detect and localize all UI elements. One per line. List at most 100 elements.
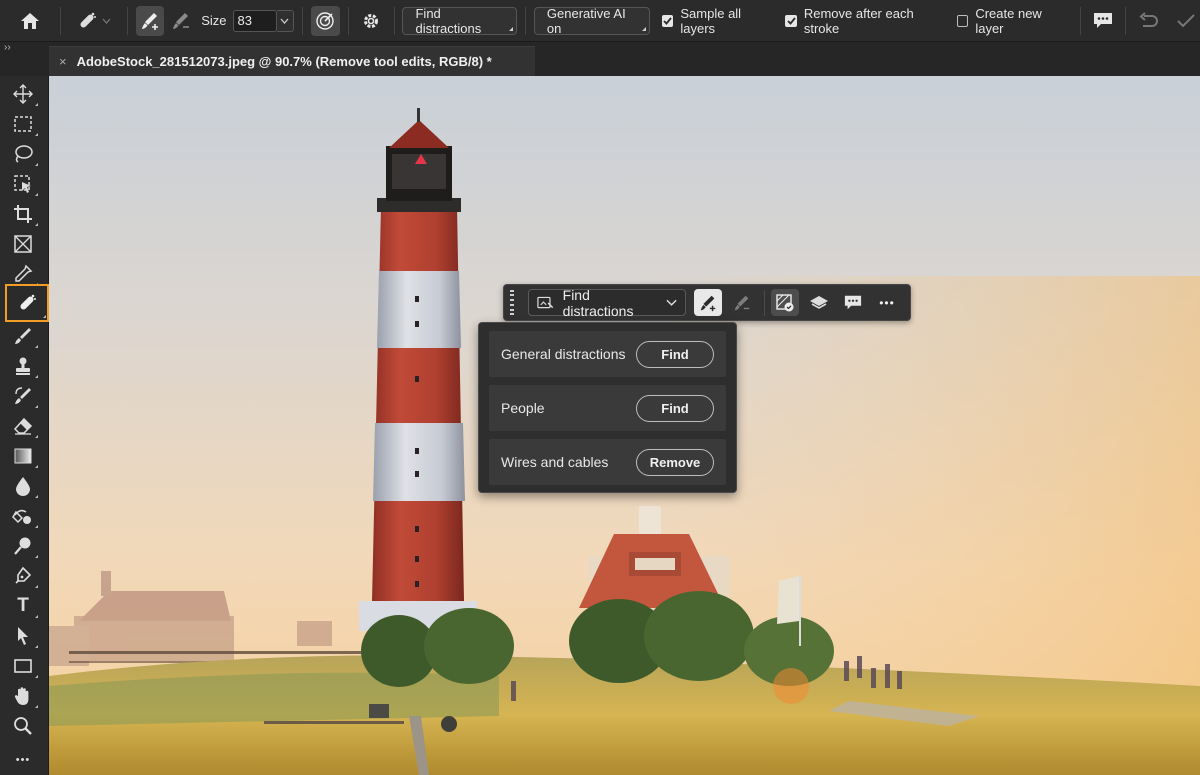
sample-all-layers-checkbox[interactable]: Sample all layers	[661, 6, 775, 36]
dodge-tool[interactable]	[7, 502, 39, 530]
more-options-button[interactable]: •••	[873, 289, 901, 316]
crop-icon	[14, 205, 32, 223]
lasso-tool[interactable]	[7, 140, 39, 168]
distraction-label: Wires and cables	[501, 454, 609, 470]
brush-plus-icon	[700, 295, 716, 311]
brush-icon	[15, 328, 31, 344]
drag-handle[interactable]	[510, 289, 518, 316]
add-to-mask-brush-button[interactable]	[135, 5, 165, 36]
blur-drop-icon	[16, 477, 30, 496]
checkbox-unchecked-icon	[956, 14, 969, 27]
settings-button[interactable]	[357, 6, 386, 36]
show-overlay-button[interactable]	[771, 289, 799, 316]
type-tool[interactable]: T	[7, 592, 39, 620]
pen-icon	[15, 566, 32, 584]
feedback-button[interactable]	[1089, 6, 1118, 36]
find-distractions-panel: General distractions Find People Find Wi…	[478, 322, 737, 493]
remove-after-stroke-checkbox[interactable]: Remove after each stroke	[785, 6, 946, 36]
remove-wires-button[interactable]: Remove	[636, 448, 714, 476]
gradient-tool[interactable]	[7, 442, 39, 470]
generative-ai-dropdown[interactable]: Generative AI on	[533, 6, 651, 36]
frame-tool[interactable]	[7, 230, 39, 258]
find-general-distractions-button[interactable]: Find	[636, 340, 714, 368]
size-input[interactable]	[232, 9, 277, 32]
remove-tool-icon	[20, 294, 36, 310]
home-icon	[20, 12, 39, 29]
marquee-tool[interactable]	[7, 110, 39, 138]
document-tab[interactable]: × AdobeStock_281512073.jpeg @ 90.7% (Rem…	[49, 46, 535, 76]
distraction-row-wires: Wires and cables Remove	[489, 439, 726, 485]
pressure-size-button[interactable]	[310, 5, 340, 36]
add-brush-button[interactable]	[694, 289, 722, 316]
subtract-brush-button[interactable]	[166, 6, 195, 36]
tools-panel: T •••	[0, 76, 49, 775]
size-label: Size	[201, 13, 227, 28]
rectangle-tool[interactable]	[7, 652, 39, 680]
move-tool[interactable]	[7, 80, 39, 108]
zoom-tool[interactable]	[7, 712, 39, 740]
find-people-button[interactable]: Find	[636, 394, 714, 422]
remove-tool-icon	[80, 12, 97, 28]
chevron-down-icon	[666, 299, 677, 306]
photoshop-window: Size Find distractions Generative AI on …	[0, 0, 1200, 775]
create-new-layer-checkbox[interactable]: Create new layer	[956, 5, 1070, 36]
more-icon: •••	[879, 295, 895, 310]
zoom-icon	[14, 717, 32, 735]
undo-button[interactable]	[1134, 6, 1163, 36]
overlay-check-icon	[776, 293, 794, 311]
pressure-icon	[316, 11, 334, 30]
layers-options-button[interactable]	[805, 289, 833, 316]
remove-tool[interactable]	[5, 284, 49, 322]
dodge-icon	[14, 537, 31, 555]
hand-icon	[14, 687, 29, 705]
move-icon	[13, 84, 33, 104]
brush-tool[interactable]	[7, 322, 39, 350]
more-tools-button[interactable]: •••	[7, 746, 39, 774]
close-tab-icon[interactable]: ×	[59, 54, 67, 69]
find-distractions-dropdown[interactable]: Find distractions	[402, 5, 517, 36]
eraser-icon	[13, 417, 33, 435]
object-select-tool[interactable]	[7, 170, 39, 198]
commit-button[interactable]	[1171, 6, 1200, 36]
chevron-down-icon	[102, 18, 111, 24]
history-brush-tool[interactable]	[7, 382, 39, 410]
path-select-tool[interactable]	[7, 622, 39, 650]
eraser-tool[interactable]	[7, 412, 39, 440]
distraction-label: People	[501, 400, 545, 416]
pen-tool[interactable]	[7, 562, 39, 590]
lasso-icon	[15, 145, 33, 163]
clone-stamp-tool[interactable]	[7, 352, 39, 380]
undo-icon	[1139, 11, 1158, 27]
distraction-row-people: People Find	[489, 385, 726, 431]
find-distractions-menu-button[interactable]: Find distractions	[528, 286, 686, 319]
create-new-layer-label: Create new layer	[975, 5, 1042, 36]
crop-tool[interactable]	[7, 200, 39, 228]
history-brush-icon	[15, 387, 31, 404]
find-distractions-menu-label: Find distractions	[562, 286, 634, 319]
brush-minus-icon	[734, 295, 750, 310]
type-icon: T	[17, 595, 29, 616]
object-select-icon	[14, 175, 31, 193]
paint-bucket-icon	[12, 509, 31, 524]
find-distractions-label: Find distractions	[415, 5, 482, 36]
path-select-arrow-icon	[18, 627, 28, 645]
marquee-icon	[14, 116, 32, 132]
blur-tool[interactable]	[7, 472, 39, 500]
size-dropdown-button[interactable]	[276, 9, 294, 32]
collapse-panels-button[interactable]: ››	[4, 42, 11, 53]
hand-tool[interactable]	[7, 682, 39, 710]
burn-tool[interactable]	[7, 532, 39, 560]
document-tab-bar: ›› × AdobeStock_281512073.jpeg @ 90.7% (…	[0, 42, 1200, 76]
document-title: AdobeStock_281512073.jpeg @ 90.7% (Remov…	[76, 54, 492, 69]
feedback-bubble-icon	[844, 295, 862, 309]
checkmark-icon	[1176, 13, 1195, 27]
home-button[interactable]	[0, 6, 60, 36]
distractions-icon	[537, 296, 554, 308]
tool-preset-picker[interactable]	[69, 6, 119, 36]
checkbox-checked-icon	[661, 14, 674, 27]
distraction-row-general: General distractions Find	[489, 331, 726, 377]
subtract-brush-button[interactable]	[728, 289, 756, 316]
feedback-button[interactable]	[839, 289, 867, 316]
stamp-icon	[16, 357, 30, 375]
brush-minus-icon	[172, 12, 189, 29]
